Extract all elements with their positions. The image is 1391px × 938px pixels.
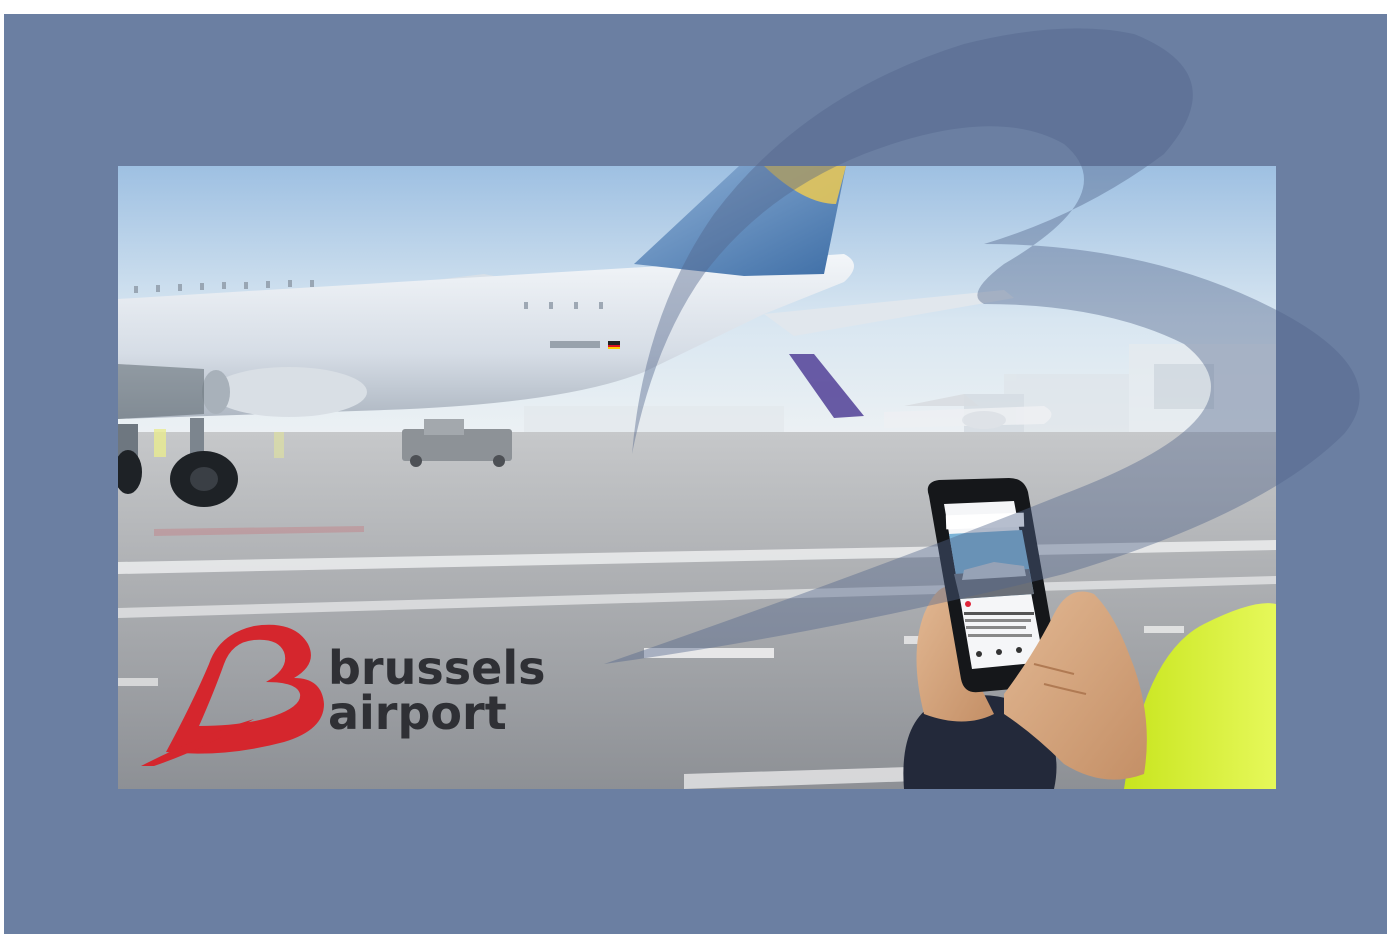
slide-frame: brussels airport bbox=[4, 14, 1387, 934]
logo-word-airport: airport bbox=[328, 686, 507, 740]
